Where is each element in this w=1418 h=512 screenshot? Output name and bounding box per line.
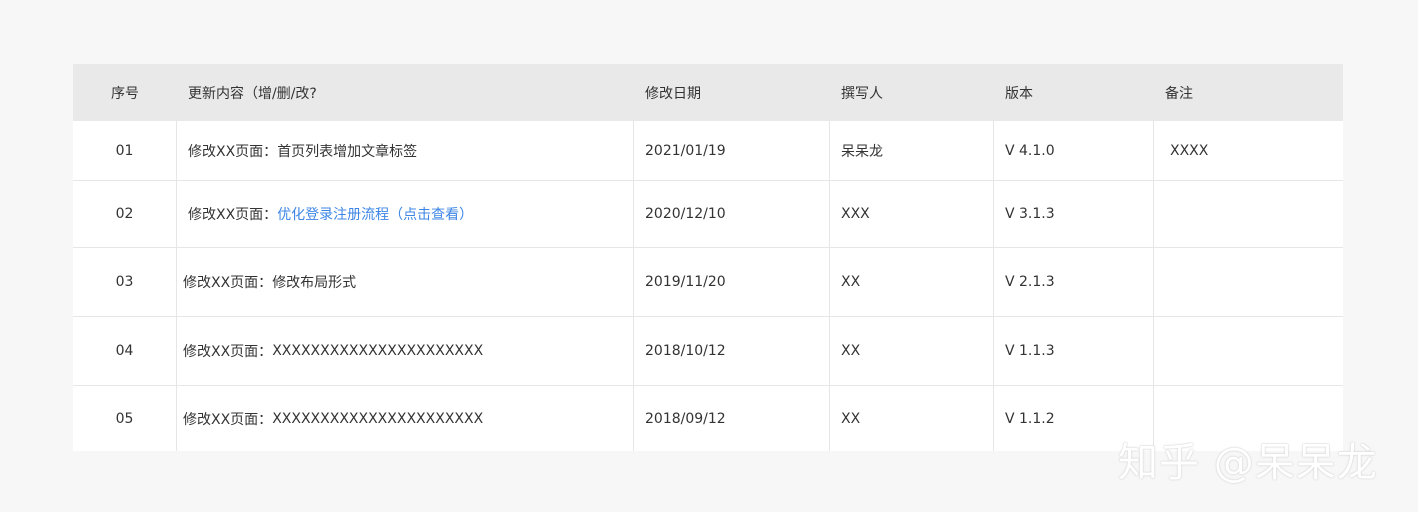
header-remark: 备注 <box>1154 64 1343 121</box>
content-prefix: 修改XX页面： <box>183 411 273 428</box>
view-login-flow-link[interactable]: 优化登录注册流程（点击查看） <box>277 204 473 224</box>
row-author: XXX <box>830 181 994 248</box>
row-remark: XXXX <box>1154 121 1343 181</box>
row-content: 修改XX页面： XXXXXXXXXXXXXXXXXXXXXX <box>177 386 634 451</box>
row-version: V 1.1.3 <box>994 317 1154 386</box>
row-index: 04 <box>73 317 177 386</box>
row-date: 2018/09/12 <box>634 386 830 451</box>
table-header-row: 序号 更新内容（增/删/改? 修改日期 撰写人 版本 备注 <box>73 64 1343 121</box>
header-index: 序号 <box>73 64 177 121</box>
row-index: 05 <box>73 386 177 451</box>
row-author: XX <box>830 317 994 386</box>
row-date: 2020/12/10 <box>634 181 830 248</box>
content-prefix: 修改XX页面： <box>183 344 273 360</box>
table-row: 01 修改XX页面： 首页列表增加文章标签 2021/01/19 呆呆龙 V 4.… <box>73 121 1343 181</box>
table-row: 04 修改XX页面： XXXXXXXXXXXXXXXXXXXXXX 2018/10… <box>73 317 1343 386</box>
row-remark <box>1154 181 1343 248</box>
row-version: V 4.1.0 <box>994 121 1154 181</box>
table-row: 02 修改XX页面： 优化登录注册流程（点击查看） 2020/12/10 XXX … <box>73 181 1343 248</box>
row-date: 2018/10/12 <box>634 317 830 386</box>
row-date: 2021/01/19 <box>634 121 830 181</box>
content-prefix: 修改XX页面： <box>188 143 278 160</box>
row-author: XX <box>830 248 994 317</box>
header-date: 修改日期 <box>634 64 830 121</box>
row-content: 修改XX页面： 首页列表增加文章标签 <box>177 121 634 181</box>
header-author: 撰写人 <box>830 64 994 121</box>
row-index: 01 <box>73 121 177 181</box>
content-prefix: 修改XX页面： <box>183 275 273 291</box>
content-text: 首页列表增加文章标签 <box>277 143 418 160</box>
row-author: XX <box>830 386 994 451</box>
row-content: 修改XX页面： 优化登录注册流程（点击查看） <box>177 181 634 248</box>
version-history-table: 序号 更新内容（增/删/改? 修改日期 撰写人 版本 备注 01 修改XX页面：… <box>73 64 1343 451</box>
row-index: 02 <box>73 181 177 248</box>
row-remark <box>1154 317 1343 386</box>
zhihu-watermark: 知乎 @呆呆龙 <box>1118 440 1378 486</box>
content-text: 修改布局形式 <box>272 275 357 291</box>
content-text: XXXXXXXXXXXXXXXXXXXXXX <box>272 410 484 427</box>
row-content: 修改XX页面： 修改布局形式 <box>177 248 634 317</box>
row-index: 03 <box>73 248 177 317</box>
table-row: 03 修改XX页面： 修改布局形式 2019/11/20 XX V 2.1.3 <box>73 248 1343 317</box>
row-remark <box>1154 248 1343 317</box>
row-version: V 3.1.3 <box>994 181 1154 248</box>
header-version: 版本 <box>994 64 1154 121</box>
content-text: XXXXXXXXXXXXXXXXXXXXXX <box>272 343 484 359</box>
row-author: 呆呆龙 <box>830 121 994 181</box>
row-version: V 2.1.3 <box>994 248 1154 317</box>
row-content: 修改XX页面： XXXXXXXXXXXXXXXXXXXXXX <box>177 317 634 386</box>
content-prefix: 修改XX页面： <box>188 207 278 223</box>
header-content: 更新内容（增/删/改? <box>177 64 634 121</box>
row-date: 2019/11/20 <box>634 248 830 317</box>
